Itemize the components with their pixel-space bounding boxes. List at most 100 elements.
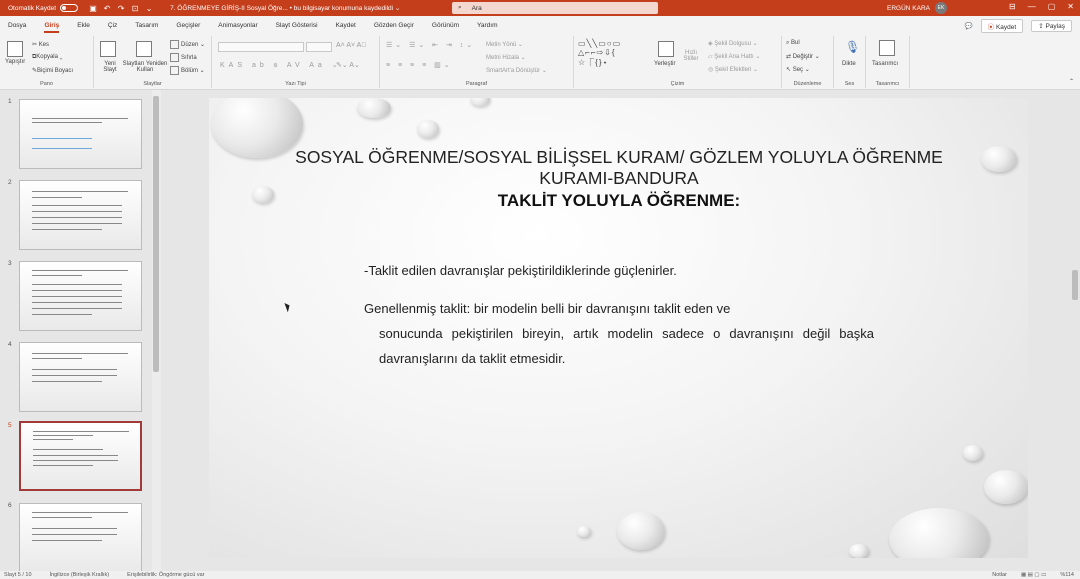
section-icon (170, 66, 179, 75)
save-button[interactable]: ⦿ Kaydet (980, 19, 1024, 33)
tab-view[interactable]: Görünüm (432, 22, 459, 29)
water-drop-decoration (470, 98, 490, 106)
ribbon-display-icon[interactable]: ⊟ (1009, 2, 1016, 11)
new-slide-button[interactable]: Yeni Slayt (100, 61, 120, 73)
scissors-icon: ✂ (32, 42, 38, 48)
scrollbar-thumb[interactable] (1072, 270, 1078, 300)
scrollbar-thumb[interactable] (153, 96, 159, 372)
title-bar: Otomatik Kaydet ▣ ↶ ↷ ⊡ ⌄ 7. ÖĞRENMEYE G… (0, 0, 1080, 16)
tab-slideshow[interactable]: Slayt Gösterisi (276, 22, 318, 29)
layout-button[interactable]: Düzen ⌄ (170, 40, 205, 49)
shape-effects-button[interactable]: ◎ Şekil Efektleri ⌄ (708, 66, 758, 73)
slide-bullet-2[interactable]: Genellenmiş taklit: bir modelin belli bi… (364, 296, 874, 371)
bullet-2-line-1: Genellenmiş taklit: bir modelin belli bi… (364, 301, 731, 316)
close-icon[interactable]: ✕ (1067, 2, 1074, 11)
smartart-button[interactable]: SmartArt'a Dönüştür ⌄ (486, 67, 547, 74)
tab-review[interactable]: Gözden Geçir (374, 22, 414, 29)
slide-thumbnail-4[interactable] (19, 342, 142, 412)
list-buttons[interactable]: ☰⌄ ☰⌄ ⇤ ⇥ ↕⌄ (386, 41, 475, 49)
share-button[interactable]: ⇪ Paylaş (1031, 20, 1072, 32)
align-buttons[interactable]: ≡ ≡ ≡ ≡ ▥⌄ (386, 61, 453, 69)
language-indicator[interactable]: İngilizce (Birleşik Krallık) (50, 572, 110, 578)
reset-icon (170, 53, 179, 62)
slide-thumbnail-3[interactable] (19, 261, 142, 331)
slide-thumbnail-1[interactable] (19, 99, 142, 169)
slide-title[interactable]: SOSYAL ÖĞRENME/SOSYAL BİLİŞSEL KURAM/ GÖ… (279, 147, 959, 189)
font-size-dropdown[interactable] (306, 42, 332, 52)
user-account[interactable]: ERGÜN KARA EK (887, 2, 947, 14)
search-placeholder: Ara (471, 4, 482, 12)
tab-insert[interactable]: Ekle (77, 22, 90, 29)
reuse-slides-button[interactable]: Slaytları Yeniden Kullan (122, 61, 168, 73)
shape-outline-button[interactable]: ▱ Şekil Ana Hattı ⌄ (708, 53, 760, 60)
present-icon[interactable]: ⊡ (128, 4, 142, 13)
slide-number: 1 (8, 98, 12, 105)
thumbnails-scrollbar[interactable] (152, 90, 161, 571)
water-drop-decoration (252, 186, 274, 203)
paste-button[interactable]: Yapıştır (5, 59, 25, 65)
tab-design[interactable]: Tasarım (135, 22, 158, 29)
copy-button[interactable]: ⧉Kopyala ⌄ (32, 54, 62, 61)
collapse-ribbon-icon[interactable]: ⌃ (1069, 78, 1074, 85)
new-slide-icon[interactable] (100, 41, 116, 57)
customize-qat-icon[interactable]: ⌄ (142, 4, 156, 13)
slide-thumbnail-6[interactable] (19, 503, 142, 573)
tab-help[interactable]: Yardım (477, 22, 497, 29)
tab-record[interactable]: Kaydet (336, 22, 356, 29)
slide-scrollbar[interactable] (1071, 90, 1080, 571)
replace-button[interactable]: ⇄ Değiştir ⌄ (786, 53, 820, 60)
dictate-button[interactable]: Dikte (842, 61, 856, 67)
save-icon[interactable]: ▣ (86, 4, 100, 13)
comments-icon[interactable]: 💬 (965, 22, 973, 30)
redo-icon[interactable]: ↷ (114, 4, 128, 13)
select-button[interactable]: ↖ Seç ⌄ (786, 66, 810, 73)
font-format-buttons[interactable]: KAS ab ꞩ AV Aa ⌄ (220, 61, 342, 69)
minimize-icon[interactable]: — (1028, 2, 1036, 11)
share-icon: ⇪ (1038, 23, 1044, 30)
tab-transitions[interactable]: Geçişler (176, 22, 200, 29)
water-drop-decoration (984, 470, 1028, 504)
slide-bullet-1[interactable]: -Taklit edilen davranışlar pekiştirildik… (364, 263, 884, 278)
designer-button[interactable]: Tasarımcı (872, 61, 898, 67)
slide-canvas[interactable]: SOSYAL ÖĞRENME/SOSYAL BİLİŞSEL KURAM/ GÖ… (209, 98, 1028, 558)
arrange-icon[interactable] (658, 41, 674, 57)
format-painter-button[interactable]: ✎Biçimi Boyacı (32, 67, 73, 74)
paste-icon[interactable] (7, 41, 23, 57)
accessibility-indicator[interactable]: Erişilebilirlik: Öngörme gücü var (127, 572, 204, 578)
shapes-gallery[interactable]: ▭╲╲▭○▭ △⌐⌐⇨⇩{☆⎾{}⋆ (578, 39, 621, 68)
text-direction-button[interactable]: Metin Yönü ⌄ (486, 41, 523, 48)
find-button[interactable]: ⌕ Bul (786, 40, 800, 47)
zoom-level[interactable]: %114 (1060, 572, 1074, 578)
tab-home[interactable]: Giriş (44, 22, 59, 33)
cut-button[interactable]: ✂ Kes (32, 41, 49, 48)
undo-icon[interactable]: ↶ (100, 4, 114, 13)
group-label-paragraph: Paragraf (465, 81, 488, 87)
bullet-2-continuation: sonucunda pekiştirilen bireyin, artık mo… (379, 326, 874, 366)
designer-icon[interactable] (879, 40, 895, 56)
section-button[interactable]: Bölüm ⌄ (170, 66, 205, 75)
microphone-icon[interactable]: 🎙 (845, 40, 860, 54)
document-title[interactable]: 7. ÖĞRENMEYE GİRİŞ-II Sosyal Öğre... • b… (170, 4, 400, 12)
slide-thumbnail-2[interactable] (19, 180, 142, 250)
arrange-button[interactable]: Yerleştir (654, 61, 675, 67)
slide-thumbnail-5[interactable] (19, 421, 142, 491)
align-text-button[interactable]: Metni Hizala ⌄ (486, 54, 526, 61)
reuse-slides-icon[interactable] (136, 41, 152, 57)
group-label-designer: Tasarımcı (875, 81, 900, 87)
autosave-toggle[interactable] (60, 4, 79, 12)
font-color-buttons[interactable]: ✎⌄ A⌄ (336, 61, 360, 69)
reset-button[interactable]: Sıfırla (170, 53, 197, 62)
tab-draw[interactable]: Çiz (108, 22, 117, 29)
quick-styles-button[interactable]: Hızlı Stiller (680, 50, 702, 62)
search-box[interactable]: ⌕ Ara (452, 2, 658, 14)
select-icon: ↖ (786, 67, 792, 73)
notes-button[interactable]: Notlar (992, 572, 1007, 578)
view-buttons[interactable]: ▦ ▤ ▢ ▭ (1021, 572, 1046, 578)
shape-fill-button[interactable]: ◈ Şekil Dolgusu ⌄ (708, 40, 758, 47)
font-family-dropdown[interactable] (218, 42, 304, 52)
slide-subtitle[interactable]: TAKLİT YOLUYLA ÖĞRENME: (279, 191, 959, 211)
tab-file[interactable]: Dosya (8, 22, 26, 29)
tab-animations[interactable]: Animasyonlar (218, 22, 257, 29)
font-size-controls[interactable]: A˄ A˅ A⃠ (336, 42, 367, 49)
maximize-icon[interactable]: ▢ (1048, 2, 1056, 11)
